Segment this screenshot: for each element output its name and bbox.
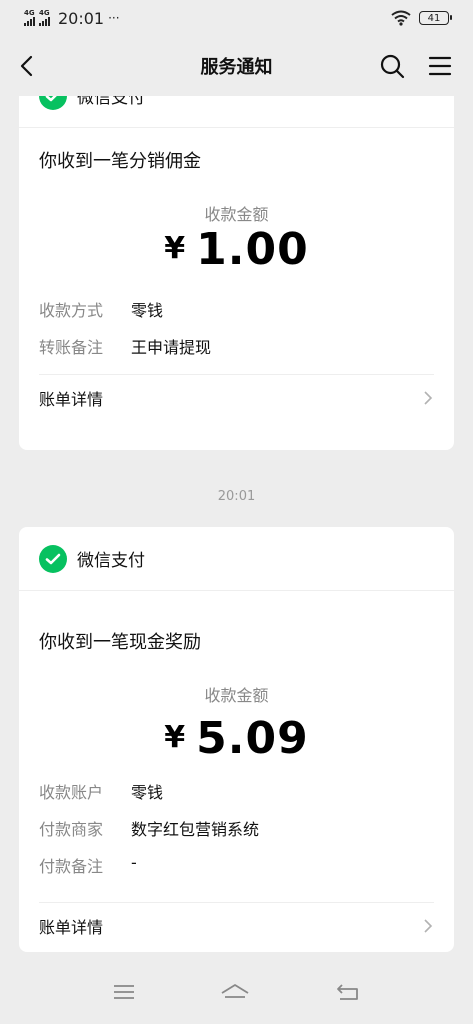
card-header: 微信支付 (19, 96, 454, 128)
page-title: 服务通知 (200, 57, 273, 78)
info-row: 收款账户 零钱 (39, 779, 163, 803)
info-value: 数字红包营销系统 (131, 820, 260, 839)
recent-apps-icon[interactable] (112, 982, 136, 1002)
card-title: 你收到一笔分销佣金 (39, 151, 201, 172)
amount-number: 5.09 (196, 713, 309, 764)
status-left: 4G 4G 20:01 ··· (24, 9, 120, 28)
wifi-icon (391, 10, 411, 26)
system-navigation-bar (0, 960, 473, 1024)
bill-details-label: 账单详情 (39, 389, 104, 409)
payment-notification-card[interactable]: 微信支付 你收到一笔现金奖励 收款金额 ¥5.09 收款账户 零钱 付款商家 数… (19, 527, 454, 952)
home-icon[interactable] (219, 981, 251, 1003)
message-timestamp: 20:01 (217, 489, 256, 504)
info-key: 收款账户 (39, 783, 104, 802)
amount-value: ¥1.00 (19, 224, 454, 275)
amount-number: 1.00 (196, 224, 309, 275)
info-row: 收款方式 零钱 (39, 297, 163, 321)
battery-icon: 41 (419, 11, 452, 25)
nav-bar: 服务通知 (0, 36, 473, 96)
notification-list[interactable]: 微信支付 你收到一笔分销佣金 收款金额 ¥1.00 收款方式 零钱 转账备注 王… (0, 96, 473, 960)
wechat-pay-icon (39, 96, 67, 110)
info-key: 收款方式 (39, 301, 104, 320)
more-notifications-indicator: ··· (108, 11, 120, 25)
card-header: 微信支付 (19, 527, 454, 591)
chevron-right-icon (424, 918, 433, 933)
bill-details-link[interactable]: 账单详情 (39, 902, 434, 948)
menu-icon[interactable] (426, 52, 454, 80)
battery-level: 41 (427, 12, 441, 24)
info-value: - (131, 853, 137, 872)
card-source: 微信支付 (77, 551, 145, 571)
info-row: 付款商家 数字红包营销系统 (39, 816, 259, 840)
bill-details-label: 账单详情 (39, 917, 104, 937)
info-row: 付款备注 - (39, 853, 137, 877)
info-value: 零钱 (131, 301, 164, 320)
amount-label: 收款金额 (204, 205, 269, 224)
bill-details-link[interactable]: 账单详情 (39, 374, 434, 420)
status-bar: 4G 4G 20:01 ··· 41 (0, 0, 473, 36)
info-row: 转账备注 王申请提现 (39, 334, 211, 358)
wechat-pay-icon (39, 544, 67, 573)
card-source: 微信支付 (77, 96, 145, 108)
chevron-left-icon[interactable] (14, 52, 42, 80)
info-key: 付款备注 (39, 857, 104, 876)
amount-label: 收款金额 (204, 686, 269, 705)
info-key: 付款商家 (39, 820, 104, 839)
network-type-label: 4G (39, 9, 50, 17)
back-icon[interactable] (335, 981, 361, 1003)
signal-icon: 4G (39, 10, 50, 26)
signal-icon: 4G (24, 10, 35, 26)
payment-notification-card[interactable]: 微信支付 你收到一笔分销佣金 收款金额 ¥1.00 收款方式 零钱 转账备注 王… (19, 96, 454, 450)
currency-symbol: ¥ (164, 231, 187, 266)
status-right: 41 (391, 10, 452, 26)
status-time: 20:01 (58, 8, 105, 28)
network-type-label: 4G (24, 9, 35, 17)
card-title: 你收到一笔现金奖励 (39, 632, 201, 653)
currency-symbol: ¥ (164, 720, 187, 755)
info-value: 零钱 (131, 783, 164, 802)
chevron-right-icon (424, 390, 433, 405)
amount-value: ¥5.09 (19, 713, 454, 764)
search-icon[interactable] (378, 52, 406, 80)
info-key: 转账备注 (39, 338, 104, 357)
info-value: 王申请提现 (131, 338, 212, 357)
